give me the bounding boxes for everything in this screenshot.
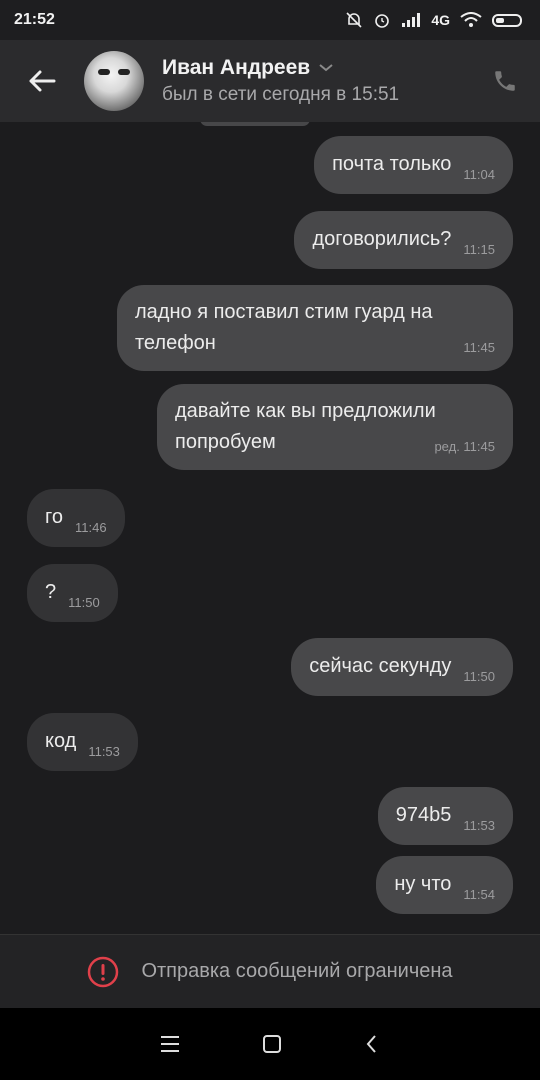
home-square-icon[interactable] [261, 1033, 283, 1055]
restriction-text: Отправка сообщений ограничена [141, 960, 453, 982]
message-time: 11:15 [463, 242, 495, 257]
message-text: ? [45, 581, 57, 603]
avatar[interactable] [84, 51, 144, 111]
message-time: 11:50 [68, 595, 100, 610]
message-outgoing[interactable]: сейчас секунду 11:50 [291, 638, 513, 696]
restriction-banner: Отправка сообщений ограничена [0, 934, 540, 1008]
message-incoming[interactable]: ? 11:50 [27, 564, 118, 622]
contact-name: Иван Андреев [162, 56, 311, 79]
message-time: 11:45 [463, 340, 495, 355]
bell-off-icon [346, 12, 362, 28]
message-outgoing[interactable]: ладно я поставил стим гуард на телефон 1… [117, 285, 513, 371]
call-button[interactable] [480, 68, 530, 94]
message-time: 11:46 [74, 520, 107, 535]
message-text: давайте как вы предложили попробуем [175, 400, 436, 453]
chat-header: Иван Андреев был в сети сегодня в 15:51 [0, 40, 540, 122]
message-time: ред. 11:45 [434, 439, 495, 454]
message-outgoing[interactable]: почта только 11:04 [314, 136, 513, 194]
message-text: ну что [394, 873, 452, 895]
back-chevron-icon[interactable] [363, 1033, 381, 1055]
previous-message-edge [200, 122, 310, 126]
message-text: договорились? [312, 228, 452, 250]
network-label: 4G [431, 12, 450, 28]
status-bar: 21:52 4G [0, 0, 540, 40]
back-button[interactable] [0, 40, 84, 122]
message-text: ладно я поставил стим гуард на телефон [135, 301, 433, 354]
back-arrow-icon [29, 70, 56, 92]
status-icons: 4G [345, 11, 522, 29]
message-incoming[interactable]: го 11:46 [27, 489, 125, 547]
message-list[interactable]: почта только 11:04 договорились? 11:15 лад… [0, 122, 540, 934]
battery-icon [492, 13, 522, 27]
message-outgoing[interactable]: ну что 11:54 [376, 856, 513, 914]
alert-icon [88, 956, 119, 987]
contact-info[interactable]: Иван Андреев был в сети сегодня в 15:51 [162, 56, 480, 106]
message-outgoing[interactable]: давайте как вы предложили попробуем ред.… [157, 384, 513, 470]
message-time: 11:50 [463, 669, 495, 684]
signal-icon [402, 13, 421, 27]
message-outgoing[interactable]: договорились? 11:15 [294, 211, 513, 269]
message-time: 11:54 [463, 887, 495, 902]
message-incoming[interactable]: код 11:53 [27, 713, 138, 771]
menu-icon[interactable] [159, 1034, 181, 1054]
alarm-icon [375, 14, 390, 28]
message-time: 11:53 [88, 744, 120, 759]
status-time: 21:52 [14, 11, 55, 28]
message-text: почта только [332, 153, 452, 175]
message-text: 974b5 [395, 804, 452, 826]
wifi-icon [460, 12, 482, 27]
message-outgoing[interactable]: 974b5 11:53 [377, 787, 513, 845]
message-time: 11:04 [463, 167, 495, 182]
message-text: код [45, 730, 77, 752]
message-text: сейчас секунду [309, 655, 452, 677]
message-text: го [45, 506, 63, 528]
phone-icon [495, 71, 515, 91]
message-time: 11:53 [463, 818, 495, 833]
last-seen: был в сети сегодня в 15:51 [162, 84, 400, 105]
chevron-down-icon [318, 61, 334, 76]
system-nav-bar [0, 1008, 540, 1080]
